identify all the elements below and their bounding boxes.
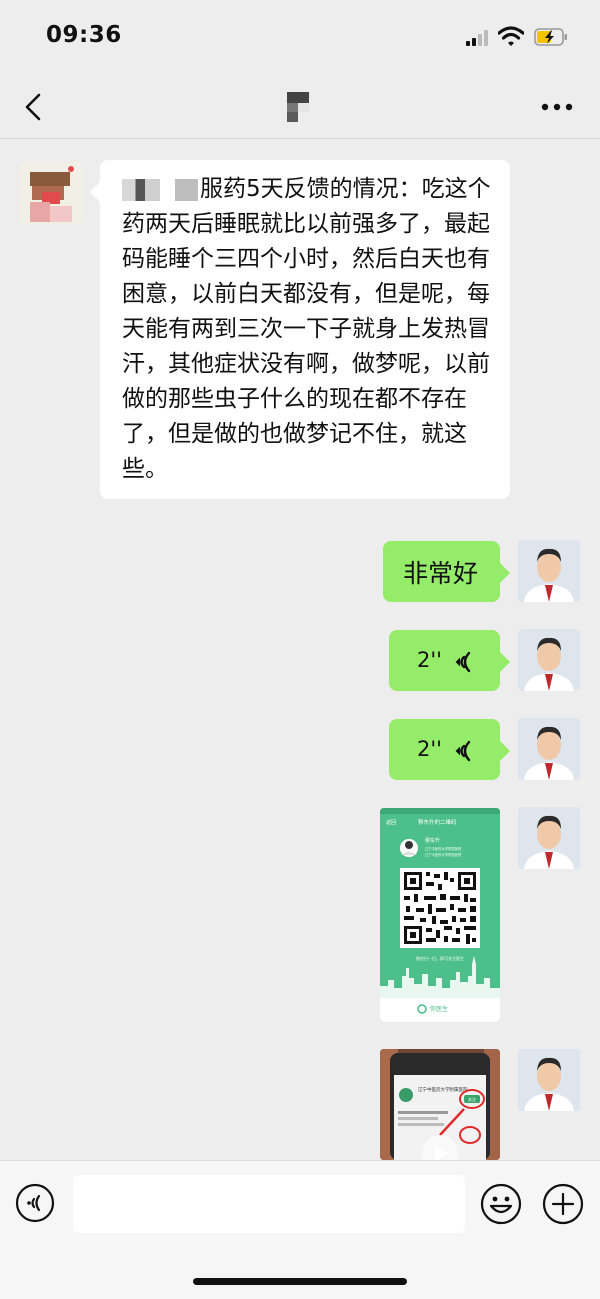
doctor-avatar[interactable] [518, 629, 580, 691]
wifi-icon [498, 26, 524, 46]
qr-scan-hint: 微信扫一扫，即可关注医生 [416, 955, 464, 961]
signal-icon [466, 30, 492, 46]
more-icon[interactable] [540, 94, 574, 120]
status-bar: 09:36 [0, 0, 600, 76]
voice-message-bubble[interactable]: 2'' [389, 630, 510, 691]
qr-card-graphic: 返回 穆东升的二维码 穆东升 辽宁中医药大学附属医院 辽宁中医药大学附属医院 微… [380, 808, 500, 1022]
doctor-avatar[interactable] [518, 718, 580, 780]
qr-back-label: 返回 [386, 819, 396, 826]
doctor-avatar[interactable] [518, 540, 580, 602]
voice-message-bubble[interactable]: 2'' [389, 719, 510, 780]
back-icon[interactable] [22, 92, 46, 122]
incoming-message-bubble[interactable]: 服药5天反馈的情况：吃这个药两天后睡眠就比以前强多了，最起码能睡个三四个小时，然… [90, 160, 510, 499]
voice-playback-icon [455, 740, 471, 762]
voice-duration: 2'' [417, 648, 442, 672]
qr-doctor-name: 穆东升 [425, 837, 440, 844]
outgoing-text-bubble[interactable]: 非常好 [383, 541, 510, 602]
qr-link-1: 辽宁中医药大学附属医院 [425, 846, 462, 851]
status-time: 09:36 [46, 22, 122, 48]
video-hospital-name: 辽宁中医药大学附属医院 [418, 1086, 468, 1093]
outgoing-text: 非常好 [403, 559, 479, 588]
voice-playback-icon [455, 651, 471, 673]
qr-card-title: 穆东升的二维码 [418, 818, 457, 826]
emoji-icon[interactable] [480, 1183, 522, 1225]
battery-icon [534, 28, 567, 46]
chat-title-blurred [287, 92, 309, 122]
doctor-avatar[interactable] [518, 807, 580, 869]
doctor-avatar[interactable] [518, 1049, 580, 1111]
video-thumbnail-message[interactable]: 辽宁中医药大学附属医院 关注 [380, 1049, 500, 1160]
plus-icon[interactable] [542, 1183, 584, 1225]
qr-link-2: 辽宁中医药大学附属医院 [425, 852, 462, 857]
qr-brand: 你医生 [430, 1005, 448, 1013]
chat-header [0, 76, 600, 139]
blurred-name [122, 178, 198, 201]
incoming-message-text: 服药5天反馈的情况：吃这个药两天后睡眠就比以前强多了，最起码能睡个三四个小时，然… [122, 176, 491, 482]
video-follow-label: 关注 [468, 1096, 476, 1102]
voice-toggle-icon[interactable] [15, 1183, 55, 1223]
voice-duration: 2'' [417, 737, 442, 761]
video-thumbnail-graphic: 辽宁中医药大学附属医院 关注 [380, 1049, 500, 1160]
message-text-input[interactable] [73, 1175, 465, 1233]
qr-code-image-message[interactable]: 返回 穆东升的二维码 穆东升 辽宁中医药大学附属医院 辽宁中医药大学附属医院 微… [380, 808, 500, 1022]
sender-avatar-blurred[interactable] [20, 162, 82, 224]
home-indicator[interactable] [193, 1278, 407, 1285]
